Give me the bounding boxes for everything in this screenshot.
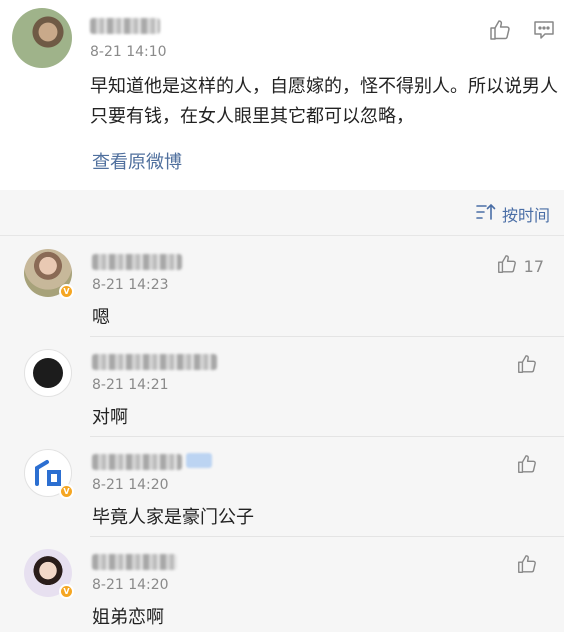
commenter-name-blurred[interactable] bbox=[92, 554, 177, 570]
comment-text: 嗯 bbox=[92, 307, 110, 328]
comment-item: V 8-21 14:23 嗯 17 bbox=[0, 237, 564, 337]
comment-like-button[interactable] bbox=[516, 553, 544, 579]
commenter-avatar[interactable]: V bbox=[24, 249, 74, 299]
commenter-name-blurred[interactable] bbox=[92, 254, 182, 270]
verified-badge-icon: V bbox=[59, 284, 74, 299]
comment-time: 8-21 14:20 bbox=[92, 577, 169, 593]
comment-text: 姐弟恋啊 bbox=[92, 607, 164, 628]
sort-icon bbox=[476, 203, 496, 225]
commenter-name-blurred[interactable] bbox=[92, 354, 217, 370]
comment-item: 8-21 14:21 对啊 bbox=[0, 337, 564, 437]
verified-badge-icon: V bbox=[59, 584, 74, 599]
member-badge-blurred bbox=[186, 453, 212, 468]
comment-time: 8-21 14:23 bbox=[92, 277, 169, 293]
comment-time: 8-21 14:21 bbox=[92, 377, 169, 393]
comment-item: V 8-21 14:20 毕竟人家是豪门公子 bbox=[0, 437, 564, 537]
comment-like-button[interactable] bbox=[516, 453, 544, 479]
comment-like-button[interactable] bbox=[516, 353, 544, 379]
comment-time: 8-21 14:20 bbox=[92, 477, 169, 493]
post-time: 8-21 14:10 bbox=[90, 44, 167, 60]
comment-text: 对啊 bbox=[92, 407, 128, 428]
comment-text: 毕竟人家是豪门公子 bbox=[92, 507, 254, 528]
post-author-name-blurred[interactable] bbox=[90, 18, 160, 34]
post-author-avatar[interactable] bbox=[12, 8, 72, 68]
comments-section: 按时间 V 8-21 14:23 嗯 17 8-21 14:21 对啊 V 8-… bbox=[0, 190, 564, 632]
thumbs-up-icon[interactable] bbox=[488, 18, 512, 42]
commenter-avatar[interactable]: V bbox=[24, 549, 74, 599]
comment-like-button[interactable]: 17 bbox=[496, 253, 544, 279]
commenter-avatar[interactable]: V bbox=[24, 449, 74, 499]
like-count: 17 bbox=[523, 256, 544, 276]
thumbs-up-icon bbox=[516, 453, 538, 479]
verified-badge-icon: V bbox=[59, 484, 74, 499]
thumbs-up-icon bbox=[516, 353, 538, 379]
sort-by-time-button[interactable]: 按时间 bbox=[476, 202, 550, 226]
thumbs-up-icon bbox=[496, 253, 518, 279]
thumbs-up-icon bbox=[516, 553, 538, 579]
commenter-name-blurred[interactable] bbox=[92, 454, 182, 470]
post-text: 早知道他是这样的人，自愿嫁的，怪不得别人。所以说男人只要有钱，在女人眼里其它都可… bbox=[90, 76, 558, 127]
sort-bar: 按时间 bbox=[0, 190, 564, 236]
sort-label: 按时间 bbox=[501, 206, 550, 225]
comment-item: V 8-21 14:20 姐弟恋啊 bbox=[0, 537, 564, 632]
main-post: 8-21 14:10 早知道他是这样的人，自愿嫁的，怪不得别人。所以说男人只要有… bbox=[0, 0, 564, 190]
view-original-link[interactable]: 查看原微博 bbox=[92, 148, 182, 174]
comment-icon[interactable] bbox=[533, 19, 555, 41]
commenter-avatar[interactable] bbox=[24, 349, 72, 397]
